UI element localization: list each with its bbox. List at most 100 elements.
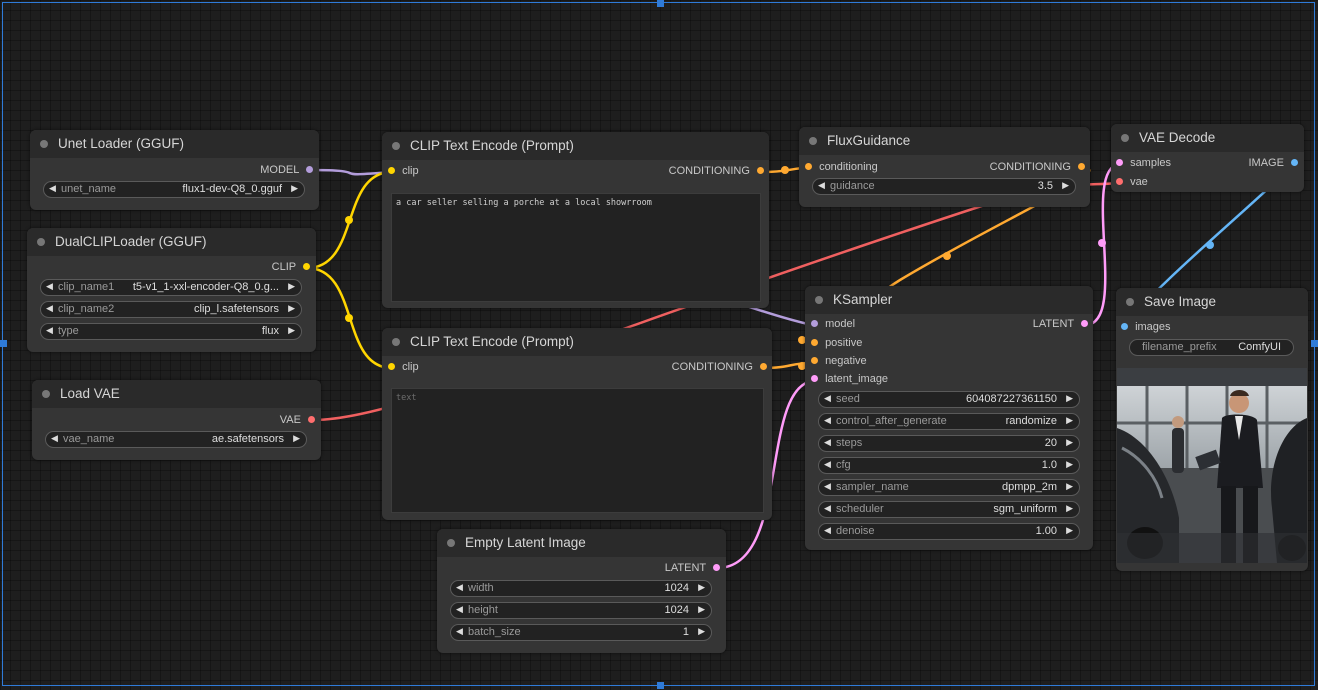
node-header[interactable]: KSampler <box>805 286 1093 314</box>
widget-filename-prefix[interactable]: filename_prefix ComfyUI <box>1129 339 1294 356</box>
prompt-textarea[interactable]: text <box>391 388 764 513</box>
resize-handle-bottom[interactable] <box>657 682 664 689</box>
arrow-left-icon[interactable]: ◀ <box>46 303 53 314</box>
arrow-left-icon[interactable]: ◀ <box>49 183 56 194</box>
arrow-left-icon[interactable]: ◀ <box>824 503 831 514</box>
output-conditioning[interactable]: CONDITIONING <box>669 165 769 181</box>
output-conditioning[interactable]: CONDITIONING <box>990 161 1090 177</box>
widget-unet-name[interactable]: ◀ unet_name flux1-dev-Q8_0.gguf ▶ <box>43 181 305 198</box>
arrow-left-icon[interactable]: ◀ <box>824 459 831 470</box>
arrow-right-icon[interactable]: ▶ <box>293 433 300 444</box>
input-positive[interactable]: positive <box>805 337 862 353</box>
arrow-left-icon[interactable]: ◀ <box>456 582 463 593</box>
resize-handle-left[interactable] <box>0 340 7 347</box>
collapse-dot-icon[interactable] <box>815 296 823 304</box>
widget-cfg[interactable]: ◀ cfg 1.0 ▶ <box>818 457 1080 474</box>
widget-width[interactable]: ◀ width 1024 ▶ <box>450 580 712 597</box>
arrow-right-icon[interactable]: ▶ <box>1062 180 1069 191</box>
port-dot-icon[interactable] <box>388 362 395 370</box>
dual-clip-loader-node[interactable]: DualCLIPLoader (GGUF) CLIP ◀ clip_name1 … <box>27 228 316 352</box>
output-model[interactable]: MODEL <box>260 164 319 180</box>
node-header[interactable]: Save Image <box>1116 288 1308 316</box>
node-header[interactable]: VAE Decode <box>1111 124 1304 152</box>
widget-height[interactable]: ◀ height 1024 ▶ <box>450 602 712 619</box>
output-image[interactable]: IMAGE <box>1248 157 1304 173</box>
collapse-dot-icon[interactable] <box>447 539 455 547</box>
port-dot-icon[interactable] <box>306 165 313 173</box>
arrow-right-icon[interactable]: ▶ <box>1066 459 1073 470</box>
arrow-right-icon[interactable]: ▶ <box>288 281 295 292</box>
widget-seed[interactable]: ◀ seed 604087227361150 ▶ <box>818 391 1080 408</box>
arrow-left-icon[interactable]: ◀ <box>824 393 831 404</box>
widget-clip-name1[interactable]: ◀ clip_name1 t5-v1_1-xxl-encoder-Q8_0.g.… <box>40 279 302 296</box>
arrow-left-icon[interactable]: ◀ <box>824 437 831 448</box>
flux-guidance-node[interactable]: FluxGuidance conditioning CONDITIONING ◀… <box>799 127 1090 207</box>
arrow-left-icon[interactable]: ◀ <box>46 281 53 292</box>
collapse-dot-icon[interactable] <box>392 142 400 150</box>
port-dot-icon[interactable] <box>1291 158 1298 166</box>
clip-text-encode-positive-node[interactable]: CLIP Text Encode (Prompt) clip CONDITION… <box>382 132 769 308</box>
arrow-right-icon[interactable]: ▶ <box>1066 393 1073 404</box>
arrow-left-icon[interactable]: ◀ <box>824 481 831 492</box>
port-dot-icon[interactable] <box>760 362 767 370</box>
widget-denoise[interactable]: ◀ denoise 1.00 ▶ <box>818 523 1080 540</box>
collapse-dot-icon[interactable] <box>42 390 50 398</box>
arrow-left-icon[interactable]: ◀ <box>818 180 825 191</box>
node-header[interactable]: FluxGuidance <box>799 127 1090 155</box>
port-dot-icon[interactable] <box>811 338 818 346</box>
output-preview-image[interactable] <box>1117 368 1307 563</box>
output-clip[interactable]: CLIP <box>272 261 316 277</box>
input-clip[interactable]: clip <box>382 165 419 181</box>
resize-handle-right[interactable] <box>1311 340 1318 347</box>
clip-text-encode-negative-node[interactable]: CLIP Text Encode (Prompt) clip CONDITION… <box>382 328 772 520</box>
widget-type[interactable]: ◀ type flux ▶ <box>40 323 302 340</box>
arrow-left-icon[interactable]: ◀ <box>456 604 463 615</box>
node-header[interactable]: Load VAE <box>32 380 321 408</box>
port-dot-icon[interactable] <box>308 415 315 423</box>
collapse-dot-icon[interactable] <box>1126 298 1134 306</box>
input-conditioning[interactable]: conditioning <box>799 161 878 177</box>
arrow-right-icon[interactable]: ▶ <box>698 604 705 615</box>
port-dot-icon[interactable] <box>303 262 310 270</box>
port-dot-icon[interactable] <box>1116 177 1123 185</box>
collapse-dot-icon[interactable] <box>40 140 48 148</box>
port-dot-icon[interactable] <box>811 374 818 382</box>
output-latent[interactable]: LATENT <box>1033 318 1093 334</box>
arrow-right-icon[interactable]: ▶ <box>1066 437 1073 448</box>
arrow-right-icon[interactable]: ▶ <box>1066 525 1073 536</box>
arrow-right-icon[interactable]: ▶ <box>698 582 705 593</box>
widget-guidance[interactable]: ◀ guidance 3.5 ▶ <box>812 178 1076 195</box>
port-dot-icon[interactable] <box>1078 162 1085 170</box>
widget-control-after-generate[interactable]: ◀ control_after_generate randomize ▶ <box>818 413 1080 430</box>
port-dot-icon[interactable] <box>1116 158 1123 166</box>
arrow-right-icon[interactable]: ▶ <box>698 626 705 637</box>
widget-batch-size[interactable]: ◀ batch_size 1 ▶ <box>450 624 712 641</box>
resize-handle-top[interactable] <box>657 0 664 7</box>
arrow-right-icon[interactable]: ▶ <box>1066 415 1073 426</box>
arrow-right-icon[interactable]: ▶ <box>291 183 298 194</box>
port-dot-icon[interactable] <box>811 319 818 327</box>
input-clip[interactable]: clip <box>382 361 419 377</box>
input-negative[interactable]: negative <box>805 355 867 371</box>
output-latent[interactable]: LATENT <box>665 562 726 578</box>
arrow-right-icon[interactable]: ▶ <box>288 303 295 314</box>
port-dot-icon[interactable] <box>388 166 395 174</box>
node-header[interactable]: CLIP Text Encode (Prompt) <box>382 132 769 160</box>
arrow-left-icon[interactable]: ◀ <box>824 415 831 426</box>
ksampler-node[interactable]: KSampler model LATENT positive negative … <box>805 286 1093 550</box>
port-dot-icon[interactable] <box>1081 319 1088 327</box>
collapse-dot-icon[interactable] <box>37 238 45 246</box>
arrow-left-icon[interactable]: ◀ <box>51 433 58 444</box>
input-model[interactable]: model <box>805 318 855 334</box>
arrow-right-icon[interactable]: ▶ <box>288 325 295 336</box>
unet-loader-node[interactable]: Unet Loader (GGUF) MODEL ◀ unet_name flu… <box>30 130 319 210</box>
port-dot-icon[interactable] <box>757 166 764 174</box>
port-dot-icon[interactable] <box>713 563 720 571</box>
input-latent-image[interactable]: latent_image <box>805 373 888 389</box>
collapse-dot-icon[interactable] <box>1121 134 1129 142</box>
widget-clip-name2[interactable]: ◀ clip_name2 clip_l.safetensors ▶ <box>40 301 302 318</box>
input-samples[interactable]: samples <box>1111 157 1171 173</box>
node-header[interactable]: Unet Loader (GGUF) <box>30 130 319 158</box>
output-conditioning[interactable]: CONDITIONING <box>672 361 772 377</box>
port-dot-icon[interactable] <box>805 162 812 170</box>
